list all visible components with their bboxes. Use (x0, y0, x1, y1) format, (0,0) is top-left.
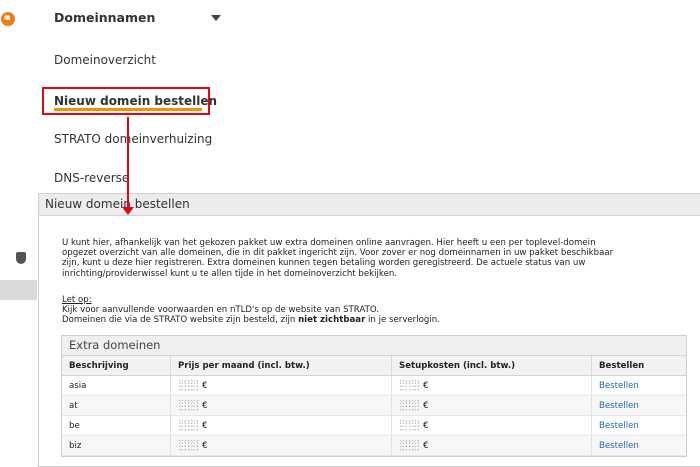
tld-cell: asia (62, 375, 171, 396)
note-text: Domeinen die via de STRATO website zijn … (62, 315, 299, 326)
tld-cell: at (62, 395, 171, 416)
tld-cell: be (62, 415, 171, 436)
nav-item-domeinoverzicht[interactable]: Domeinoverzicht (54, 53, 156, 67)
redacted-value (178, 419, 200, 432)
tld-cell: biz (62, 435, 171, 456)
order-link[interactable]: Bestellen (591, 415, 686, 436)
table-row: asia € € Bestellen (62, 375, 686, 396)
redacted-value (399, 419, 421, 432)
note-text: in je serverlogin. (365, 315, 440, 326)
redacted-value (399, 379, 421, 392)
redacted-value (178, 399, 200, 412)
note-bold: niet zichtbaar (298, 315, 366, 326)
intro-line: inrichting/providerwissel kunt u te alle… (62, 268, 398, 279)
currency: € (423, 441, 429, 451)
setup-cell: € (391, 435, 592, 456)
currency: € (202, 441, 208, 451)
extra-domains: Extra domeinen Beschrijving Prijs per ma… (61, 335, 687, 457)
currency: € (423, 381, 429, 391)
price-cell: € (170, 415, 392, 436)
note: Let op: Kijk voor aanvullende voorwaarde… (62, 295, 440, 326)
col-bestellen: Bestellen (591, 356, 686, 376)
redacted-value (399, 439, 421, 452)
annotation-arrow (127, 117, 129, 209)
price-cell: € (170, 435, 392, 456)
note-line-1: Kijk voor aanvullende voorwaarden en nTL… (62, 305, 380, 316)
panel-title: Nieuw domein bestellen (39, 194, 700, 216)
setup-cell: € (391, 375, 592, 396)
table-row: biz € € Bestellen (62, 435, 686, 456)
col-prijs: Prijs per maand (incl. btw.) (170, 356, 392, 376)
col-setup: Setupkosten (incl. btw.) (391, 356, 592, 376)
setup-cell: € (391, 415, 592, 436)
order-link[interactable]: Bestellen (591, 435, 686, 456)
currency: € (202, 401, 208, 411)
order-link[interactable]: Bestellen (591, 375, 686, 396)
redacted-value (399, 399, 421, 412)
redacted-value (178, 379, 200, 392)
intro-text: U kunt hier, afhankelijk van het gekozen… (62, 238, 662, 279)
shield-icon (16, 252, 26, 264)
nav-item-domeinverhuizing[interactable]: STRATO domeinverhuizing (54, 132, 212, 146)
currency: € (423, 401, 429, 411)
nav-section-title[interactable]: Domeinnamen (54, 10, 155, 25)
currency: € (423, 421, 429, 431)
order-link[interactable]: Bestellen (591, 395, 686, 416)
currency: € (202, 381, 208, 391)
intro-line: opgezet overzicht van alle domeinen, die… (62, 248, 614, 259)
currency: € (202, 421, 208, 431)
caret-down-icon[interactable] (211, 15, 221, 21)
redacted-value (178, 439, 200, 452)
table-row: be € € Bestellen (62, 415, 686, 436)
highlight-box (42, 87, 210, 115)
setup-cell: € (391, 395, 592, 416)
note-line-2: Domeinen die via de STRATO website zijn … (62, 315, 440, 325)
order-domain-panel: Nieuw domein bestellen U kunt hier, afha… (38, 193, 700, 467)
arrow-head-icon (122, 207, 134, 215)
price-cell: € (170, 375, 392, 396)
extra-domains-table: Beschrijving Prijs per maand (incl. btw.… (62, 356, 686, 456)
note-label: Let op: (62, 295, 92, 305)
extra-domains-title: Extra domeinen (62, 336, 686, 356)
intro-line: zijn, kunt u deze hier registreren. Extr… (62, 258, 586, 269)
price-cell: € (170, 395, 392, 416)
table-row: at € € Bestellen (62, 395, 686, 416)
sidebar-block (0, 280, 37, 300)
col-beschrijving: Beschrijving (62, 356, 171, 376)
intro-line: U kunt hier, afhankelijk van het gekozen… (62, 238, 596, 248)
nav-item-dns-reverse[interactable]: DNS-reverse (54, 171, 129, 185)
globe-icon (1, 12, 15, 26)
